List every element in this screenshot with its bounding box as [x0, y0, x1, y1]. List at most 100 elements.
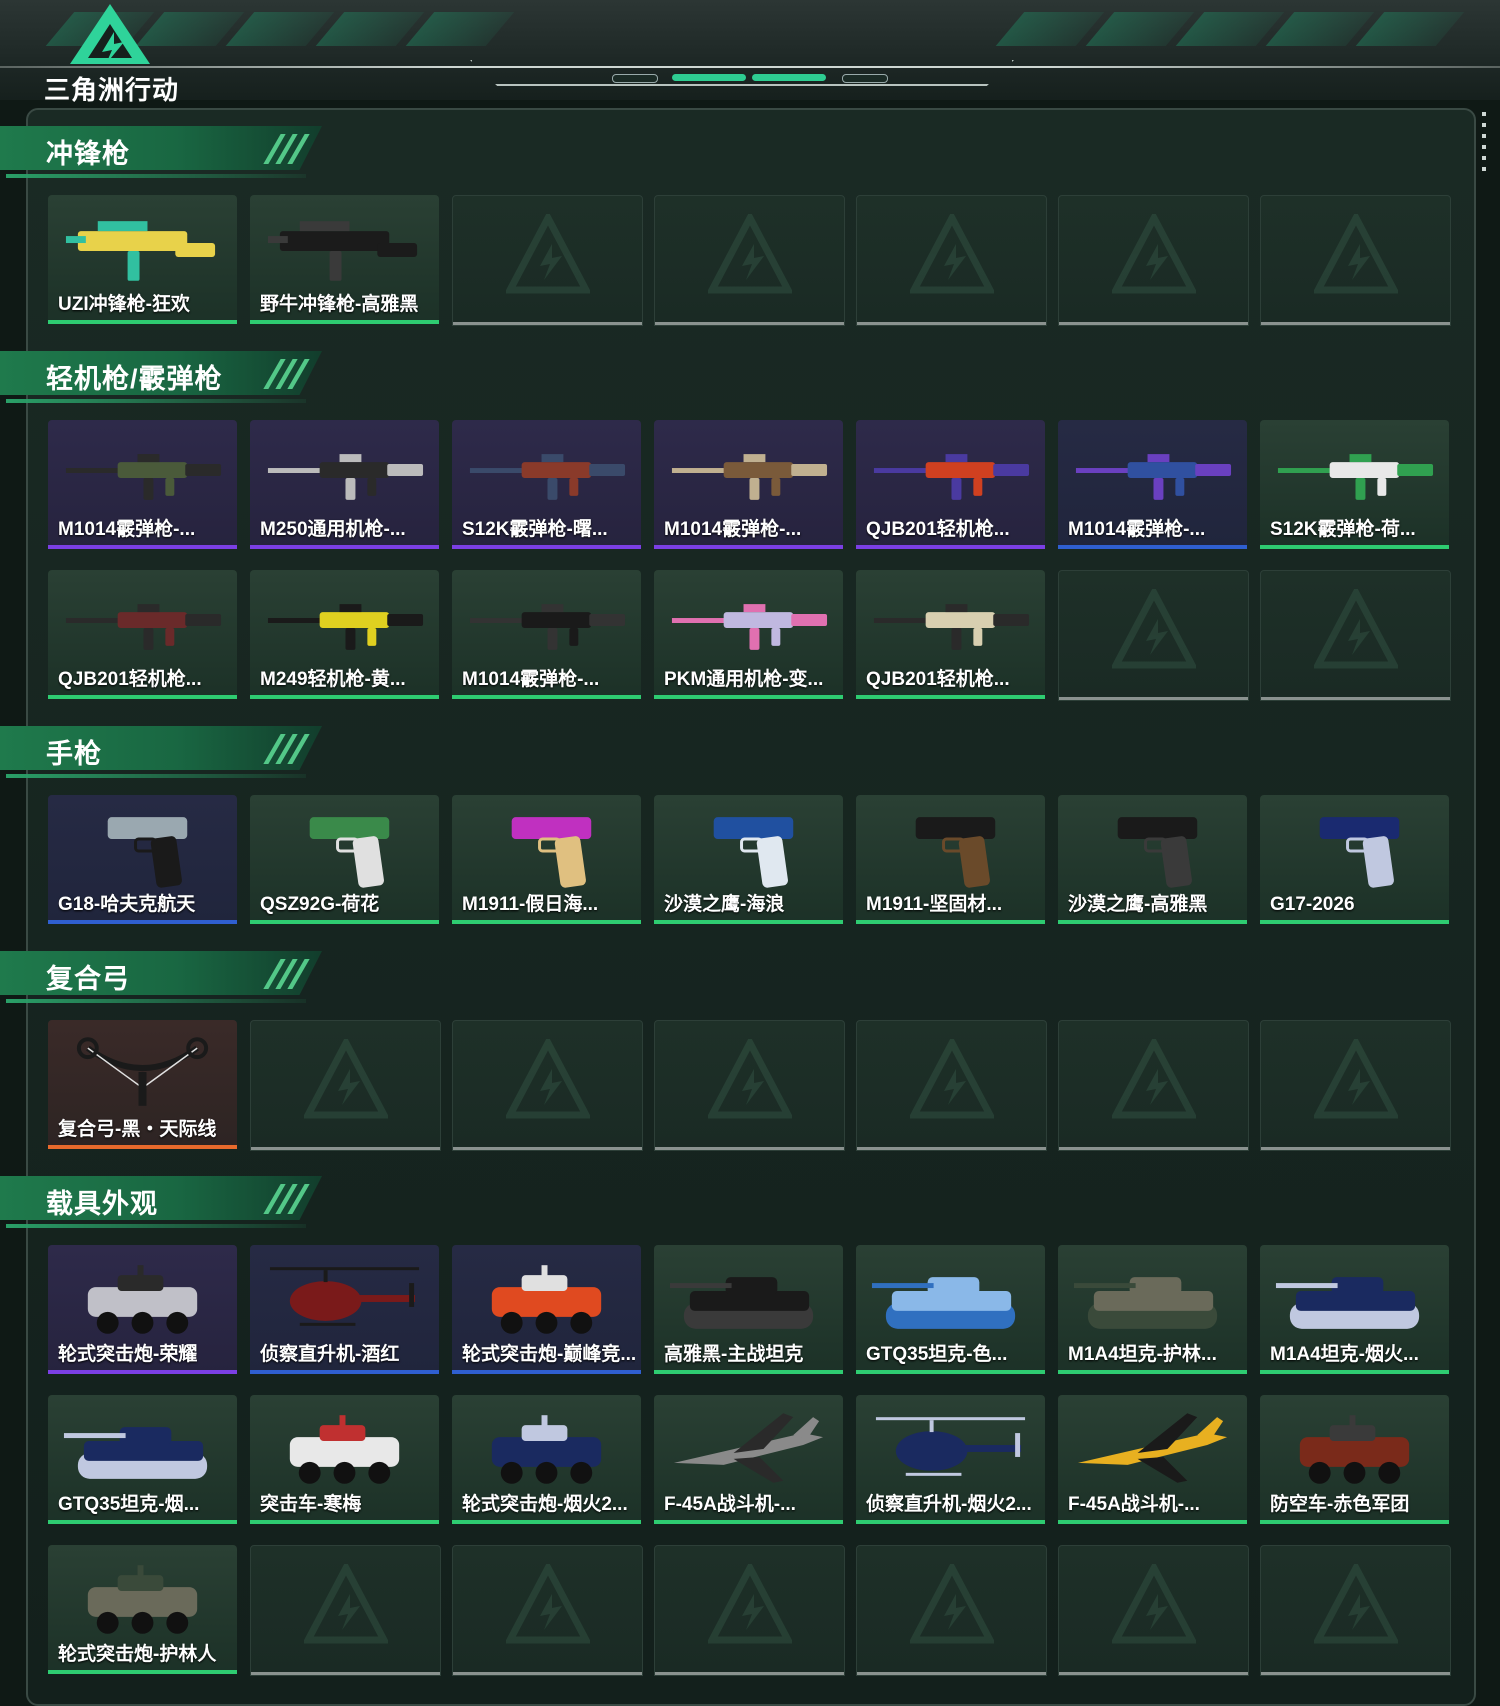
inventory-item-card[interactable]: UZI冲锋枪-狂欢	[48, 195, 237, 324]
inventory-item-card[interactable]: M250通用机枪-...	[250, 420, 439, 549]
inventory-item-card[interactable]: 突击车-寒梅	[250, 1395, 439, 1524]
inventory-item-card[interactable]: M1A4坦克-烟火...	[1260, 1245, 1449, 1374]
inventory-item-card[interactable]: PKM通用机枪-变...	[654, 570, 843, 699]
inventory-item-card[interactable]: S12K霰弹枪-曙...	[452, 420, 641, 549]
inventory-item-card[interactable]: M1014霰弹枪-...	[452, 570, 641, 699]
item-label: S12K霰弹枪-曙...	[462, 519, 608, 540]
empty-slot-bar	[251, 1147, 440, 1150]
empty-slot-bar	[1261, 697, 1450, 700]
tank-icon	[63, 1427, 208, 1479]
rifle-icon	[671, 454, 828, 500]
inventory-item-card[interactable]: G17-2026	[1260, 795, 1449, 924]
delta-watermark-icon	[909, 1039, 994, 1119]
inventory-item-card[interactable]: QJB201轻机枪...	[48, 570, 237, 699]
inventory-item-card[interactable]: 侦察直升机-酒红	[250, 1245, 439, 1374]
rarity-bar	[48, 1370, 237, 1374]
empty-slot[interactable]	[1260, 1020, 1451, 1151]
inventory-item-card[interactable]: F-45A战斗机-...	[1058, 1395, 1247, 1524]
empty-slot[interactable]	[1260, 570, 1451, 701]
empty-slot[interactable]	[1058, 195, 1249, 326]
inventory-item-card[interactable]: 轮式突击炮-巅峰竞...	[452, 1245, 641, 1374]
scroll-indicator[interactable]	[1482, 112, 1486, 178]
empty-slot[interactable]	[1058, 570, 1249, 701]
item-label: G17-2026	[1270, 894, 1355, 915]
inventory-item-card[interactable]: M1A4坦克-护林...	[1058, 1245, 1247, 1374]
empty-slot[interactable]	[250, 1020, 441, 1151]
inventory-item-card[interactable]: M1911-假日海...	[452, 795, 641, 924]
item-label: PKM通用机枪-变...	[664, 669, 824, 690]
rifle-icon	[1277, 454, 1434, 500]
inventory-item-card[interactable]: F-45A战斗机-...	[654, 1395, 843, 1524]
rarity-bar	[250, 545, 439, 549]
item-label: M1A4坦克-烟火...	[1270, 1344, 1419, 1365]
rarity-bar	[1058, 1520, 1247, 1524]
inventory-item-card[interactable]: 轮式突击炮-烟火2...	[452, 1395, 641, 1524]
empty-slot-bar	[453, 1147, 642, 1150]
empty-slot[interactable]	[452, 1545, 643, 1676]
inventory-item-card[interactable]: GTQ35坦克-烟...	[48, 1395, 237, 1524]
inventory-item-card[interactable]: QJB201轻机枪...	[856, 420, 1045, 549]
item-label: 高雅黑-主战坦克	[664, 1344, 804, 1365]
rifle-icon	[267, 604, 424, 650]
inventory-item-card[interactable]: 高雅黑-主战坦克	[654, 1245, 843, 1374]
empty-slot[interactable]	[250, 1545, 441, 1676]
banner-pill	[842, 74, 888, 83]
empty-slot[interactable]	[1260, 1545, 1451, 1676]
vehicle-icon	[1299, 1415, 1410, 1484]
vehicle-icon	[289, 1415, 400, 1484]
inventory-item-card[interactable]: 野牛冲锋枪-高雅黑	[250, 195, 439, 324]
section-header-lmg-shotgun: 轻机枪/霰弹枪	[0, 351, 330, 403]
empty-slot[interactable]	[654, 1020, 845, 1151]
inventory-item-card[interactable]: S12K霰弹枪-荷...	[1260, 420, 1449, 549]
empty-slot[interactable]	[1058, 1020, 1249, 1151]
item-label: M1911-坚固材...	[866, 894, 1003, 915]
empty-slot[interactable]	[856, 1545, 1047, 1676]
empty-slot[interactable]	[452, 1020, 643, 1151]
empty-slot[interactable]	[654, 1545, 845, 1676]
empty-slot-bar	[1059, 1147, 1248, 1150]
item-label: 轮式突击炮-烟火2...	[462, 1494, 628, 1515]
inventory-item-card[interactable]: M1014霰弹枪-...	[48, 420, 237, 549]
banner-pill-active	[752, 74, 826, 81]
empty-slot[interactable]	[1058, 1545, 1249, 1676]
empty-slot[interactable]	[856, 195, 1047, 326]
banner-stripe	[995, 12, 1105, 46]
section-header-underline	[6, 399, 306, 403]
rarity-bar	[856, 1520, 1045, 1524]
inventory-item-card[interactable]: QJB201轻机枪...	[856, 570, 1045, 699]
empty-slot[interactable]	[1260, 195, 1451, 326]
rarity-bar	[654, 1520, 843, 1524]
empty-slot-bar	[1059, 697, 1248, 700]
inventory-item-card[interactable]: 沙漠之鹰-高雅黑	[1058, 795, 1247, 924]
item-label: 野牛冲锋枪-高雅黑	[260, 294, 419, 315]
rarity-bar	[48, 545, 237, 549]
rarity-bar	[1058, 545, 1247, 549]
rifle-icon	[873, 604, 1030, 650]
item-label: M1911-假日海...	[462, 894, 599, 915]
empty-slot[interactable]	[654, 195, 845, 326]
section-header-pistol: 手枪	[0, 726, 330, 778]
inventory-item-card[interactable]: 防空车-赤色军团	[1260, 1395, 1449, 1524]
inventory-item-card[interactable]: 复合弓-黑・天际线	[48, 1020, 237, 1149]
pistol-icon	[713, 817, 794, 888]
inventory-item-card[interactable]: G18-哈夫克航天	[48, 795, 237, 924]
inventory-item-card[interactable]: 轮式突击炮-护林人	[48, 1545, 237, 1674]
empty-slot[interactable]	[452, 195, 643, 326]
jet-icon	[673, 1413, 824, 1483]
inventory-item-card[interactable]: M249轻机枪-黄...	[250, 570, 439, 699]
section-header-underline	[6, 999, 306, 1003]
banner-stripe	[1265, 12, 1375, 46]
inventory-item-card[interactable]: QSZ92G-荷花	[250, 795, 439, 924]
inventory-item-card[interactable]: 侦察直升机-烟火2...	[856, 1395, 1045, 1524]
inventory-item-card[interactable]: M1014霰弹枪-...	[1058, 420, 1247, 549]
tank-icon	[871, 1277, 1016, 1329]
inventory-item-card[interactable]: GTQ35坦克-色...	[856, 1245, 1045, 1374]
inventory-item-card[interactable]: M1014霰弹枪-...	[654, 420, 843, 549]
inventory-item-card[interactable]: 轮式突击炮-荣耀	[48, 1245, 237, 1374]
item-label: GTQ35坦克-色...	[866, 1344, 1008, 1365]
inventory-item-card[interactable]: M1911-坚固材...	[856, 795, 1045, 924]
tank-icon	[669, 1277, 814, 1329]
inventory-item-card[interactable]: 沙漠之鹰-海浪	[654, 795, 843, 924]
rarity-bar	[452, 545, 641, 549]
empty-slot[interactable]	[856, 1020, 1047, 1151]
